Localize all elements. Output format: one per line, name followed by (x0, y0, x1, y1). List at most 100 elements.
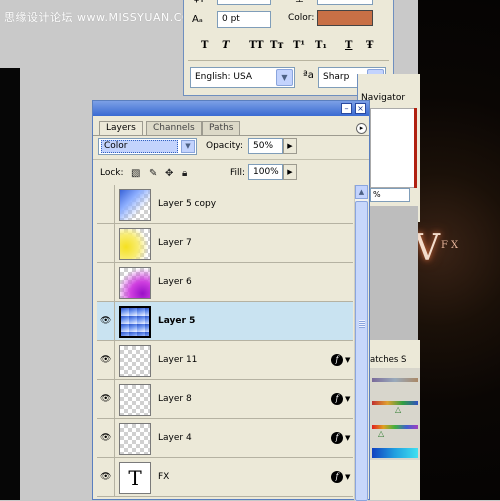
layer-name: Layer 4 (158, 433, 192, 443)
visibility-toggle[interactable]: 👁︎ (97, 341, 115, 380)
underline-button[interactable]: T (345, 40, 352, 51)
baseline-shift-icon: Aₐ (192, 14, 203, 25)
navigator-preview[interactable] (370, 108, 416, 188)
text-color-swatch[interactable] (317, 10, 373, 26)
grip-icon (359, 320, 365, 328)
layer-row[interactable]: 👁︎ Layer 4 f ▼ (97, 419, 353, 458)
expand-arrow-icon[interactable]: ▼ (345, 473, 350, 481)
faux-bold-button[interactable]: T (201, 40, 208, 51)
small-caps-button[interactable]: Tт (270, 40, 284, 51)
language-select[interactable]: English: USA ▼ (190, 67, 295, 88)
layers-panel: – × Layers Channels Paths ▸ Color ▼ Opac… (92, 100, 370, 501)
strikethrough-button[interactable]: Ŧ (366, 40, 373, 51)
expand-arrow-icon[interactable]: ▼ (345, 434, 350, 442)
eye-icon[interactable]: 👁︎ (100, 472, 111, 482)
visibility-toggle[interactable]: 👁︎ (97, 380, 115, 419)
gradient-stop-icon[interactable]: △ (378, 429, 384, 438)
visibility-toggle[interactable]: 👁︎ (97, 302, 115, 341)
lock-all-icon[interactable]: 🔒︎ (182, 168, 187, 179)
layer-name: Layer 11 (158, 355, 198, 365)
fill-label: Fill: (230, 168, 246, 178)
tab-swatches[interactable]: atches S (370, 355, 406, 365)
layer-list-scrollbar[interactable]: ▲ (354, 185, 368, 501)
vertical-scale-field[interactable] (217, 0, 271, 5)
scroll-up-icon[interactable]: ▲ (355, 185, 368, 199)
visibility-toggle[interactable] (97, 224, 115, 263)
layer-thumbnail (119, 306, 151, 338)
close-icon[interactable]: × (355, 103, 366, 114)
layer-name: Layer 5 (158, 316, 196, 326)
lock-transparent-icon[interactable]: ▧ (131, 168, 140, 179)
horizontal-scale-icon: ⊥ (295, 0, 304, 5)
fill-slider-button[interactable]: ▶ (283, 164, 297, 180)
expand-arrow-icon[interactable]: ▼ (345, 356, 350, 364)
blend-mode-select[interactable]: Color ▼ (98, 138, 197, 155)
superscript-button[interactable]: T¹ (293, 40, 305, 51)
layer-name: Layer 6 (158, 277, 192, 287)
layer-row[interactable]: 👁︎ Layer 8 f ▼ (97, 380, 353, 419)
eye-icon[interactable]: 👁︎ (100, 355, 111, 365)
layer-thumbnail (119, 384, 151, 416)
tab-channels[interactable]: Channels (146, 121, 202, 135)
layer-name: Layer 5 copy (158, 199, 217, 209)
visibility-toggle[interactable] (97, 185, 115, 224)
layer-row[interactable]: Layer 5 copy (97, 185, 353, 224)
tab-layers[interactable]: Layers (99, 121, 143, 136)
layer-row[interactable]: Layer 6 (97, 263, 353, 302)
canvas-small-text: FX (441, 240, 462, 251)
visibility-toggle[interactable]: 👁︎ (97, 458, 115, 497)
layer-row[interactable]: Layer 7 (97, 224, 353, 263)
horizontal-scale-field[interactable] (317, 0, 373, 5)
antialias-icon: ªa (303, 70, 314, 81)
document-canvas-left (0, 68, 20, 500)
layer-row[interactable]: 👁︎ T FX f ▼ (97, 458, 353, 497)
text-layer-icon: T (119, 462, 151, 494)
layer-thumbnail (119, 228, 151, 260)
layer-thumbnail (119, 423, 151, 455)
lock-image-icon[interactable]: ✎ (149, 168, 157, 179)
chevron-down-icon[interactable]: ▼ (276, 69, 293, 86)
subscript-button[interactable]: T₁ (315, 40, 327, 51)
visibility-toggle[interactable] (97, 263, 115, 302)
watermark: 思缘设计论坛 www.MISSYUAN.COM (4, 11, 202, 24)
layer-style-icon[interactable]: f (331, 471, 343, 483)
gradient-swatch[interactable] (372, 378, 418, 382)
panel-menu-icon[interactable]: ▸ (356, 123, 367, 134)
color-label: Color: (288, 13, 315, 23)
visibility-toggle[interactable]: 👁︎ (97, 419, 115, 458)
lock-label: Lock: (100, 168, 124, 178)
faux-italic-button[interactable]: T (222, 40, 229, 51)
layer-style-icon[interactable]: f (331, 354, 343, 366)
eye-icon[interactable]: 👁︎ (100, 394, 111, 404)
navigator-zoom-field[interactable]: % (370, 188, 410, 202)
opacity-label: Opacity: (206, 141, 243, 151)
navigator-background (370, 206, 418, 340)
layer-row-selected[interactable]: 👁︎ Layer 5 (97, 302, 353, 341)
opacity-field[interactable]: 50% (248, 138, 283, 154)
layer-style-icon[interactable]: f (331, 393, 343, 405)
all-caps-button[interactable]: TT (249, 40, 264, 51)
layer-name: Layer 8 (158, 394, 192, 404)
expand-arrow-icon[interactable]: ▼ (345, 395, 350, 403)
blend-mode-value: Color (101, 140, 178, 153)
gradient-stop-icon[interactable]: △ (395, 405, 401, 414)
chevron-down-icon[interactable]: ▼ (181, 140, 195, 153)
opacity-slider-button[interactable]: ▶ (283, 138, 297, 154)
divider (93, 135, 369, 136)
baseline-shift-field[interactable]: 0 pt (217, 11, 271, 28)
layer-row[interactable]: 👁︎ Layer 11 f ▼ (97, 341, 353, 380)
eye-icon[interactable]: 👁︎ (100, 433, 111, 443)
minimize-icon[interactable]: – (341, 103, 352, 114)
gradient-swatch[interactable] (372, 448, 418, 458)
lock-position-icon[interactable]: ✥ (165, 168, 173, 179)
eye-icon[interactable]: 👁︎ (100, 316, 111, 326)
layer-name: FX (158, 472, 170, 482)
language-value: English: USA (195, 72, 253, 82)
fill-field[interactable]: 100% (248, 164, 283, 180)
navigator-view-box (414, 108, 417, 188)
panel-titlebar[interactable]: – × (93, 101, 369, 116)
scrollbar-thumb[interactable] (355, 201, 368, 501)
layer-style-icon[interactable]: f (331, 432, 343, 444)
tab-paths[interactable]: Paths (202, 121, 241, 135)
divider (93, 159, 369, 160)
